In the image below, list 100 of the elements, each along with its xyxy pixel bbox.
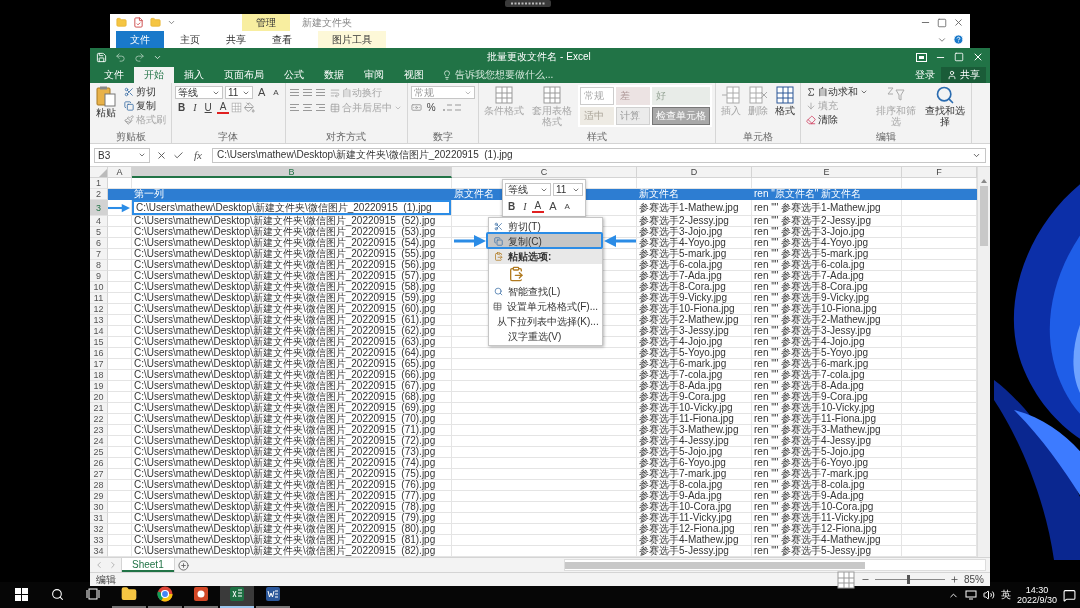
autosum-button[interactable]: 自动求和 [803, 85, 870, 99]
tell-me-search[interactable]: 告诉我您想要做什么... [434, 67, 562, 83]
name-box[interactable]: B3 [94, 147, 150, 163]
row-number[interactable]: 25 [90, 447, 108, 458]
row-number[interactable]: 17 [90, 359, 108, 370]
font-style-button[interactable]: B [175, 101, 189, 114]
font-style-button[interactable]: I [190, 101, 200, 114]
ribbon-tab[interactable]: 公式 [274, 67, 314, 83]
ribbon-tab[interactable]: 插入 [174, 67, 214, 83]
scroll-thumb[interactable] [980, 186, 988, 246]
insert-function-button[interactable]: fx [190, 149, 206, 161]
ribbon-tab[interactable]: 文件 [94, 67, 134, 83]
file-tab[interactable]: 文件 [116, 31, 164, 48]
font-style-button[interactable]: A [531, 200, 545, 213]
row-number[interactable]: 19 [90, 381, 108, 392]
save-icon[interactable] [96, 51, 107, 63]
row-number[interactable]: 5 [90, 227, 108, 238]
undo-icon[interactable] [115, 51, 126, 63]
ribbon-tab[interactable]: 共享 [216, 32, 256, 47]
font-style-button[interactable]: A [546, 200, 560, 213]
font-style-button[interactable]: U [201, 101, 215, 114]
row-number[interactable]: 1 [90, 178, 108, 189]
close-icon[interactable] [953, 17, 964, 28]
drag-handle-icon[interactable] [505, 0, 551, 7]
row-number[interactable]: 4 [90, 216, 108, 227]
row-number[interactable]: 13 [90, 315, 108, 326]
font-size-button[interactable]: A [270, 86, 282, 99]
row-number[interactable]: 8 [90, 260, 108, 271]
sheet-tab[interactable]: Sheet1 [122, 558, 174, 572]
row-number[interactable]: 3 [90, 200, 108, 216]
cells-button[interactable]: 格式 [772, 85, 797, 116]
ribbon-tab[interactable]: 数据 [314, 67, 354, 83]
paste-button[interactable]: 粘贴 [93, 85, 119, 118]
ribbon-tab[interactable]: 页面布局 [214, 67, 274, 83]
row-number[interactable]: 21 [90, 403, 108, 414]
row-number[interactable]: 7 [90, 249, 108, 260]
notification-icon[interactable] [1063, 588, 1076, 602]
column-header[interactable]: D [637, 167, 752, 178]
font-name-field[interactable]: 等线 [175, 86, 223, 99]
row-number[interactable]: 32 [90, 524, 108, 535]
row-number[interactable]: 11 [90, 293, 108, 304]
close-icon[interactable] [972, 51, 984, 63]
vertical-scrollbar[interactable] [977, 167, 990, 557]
zoom-in-icon[interactable] [950, 575, 959, 584]
row-number[interactable]: 23 [90, 425, 108, 436]
column-header[interactable]: A [108, 167, 132, 178]
font-name-field[interactable]: 等线 [505, 183, 551, 196]
font-style-button[interactable]: A [216, 101, 230, 114]
menu-item[interactable]: 智能查找(L) [489, 284, 602, 299]
percent-button[interactable]: % [423, 101, 439, 114]
check-icon[interactable] [173, 149, 184, 161]
speaker-icon[interactable] [982, 589, 995, 601]
ribbon-tab[interactable]: 开始 [134, 67, 174, 83]
column-header[interactable]: B [132, 167, 452, 178]
align-top-icon[interactable] [288, 88, 300, 97]
row-number[interactable]: 18 [90, 370, 108, 381]
paint-bucket-icon[interactable] [244, 102, 256, 113]
align-middle-icon[interactable] [301, 88, 313, 97]
row-number[interactable]: 6 [90, 238, 108, 249]
font-style-button[interactable]: B [505, 200, 519, 213]
align-right-icon[interactable] [314, 103, 326, 112]
cancel-icon[interactable] [156, 149, 167, 161]
clear-button[interactable]: 清除 [803, 113, 870, 127]
row-number[interactable]: 22 [90, 414, 108, 425]
row-number[interactable]: 16 [90, 348, 108, 359]
row-number[interactable]: 10 [90, 282, 108, 293]
cut-button[interactable]: 剪切 [122, 85, 168, 99]
network-icon[interactable] [964, 590, 977, 600]
redo-icon[interactable] [134, 51, 145, 63]
horizontal-scrollbar[interactable] [564, 559, 986, 571]
menu-item[interactable]: 设置单元格格式(F)... [489, 299, 602, 314]
ribbon-tab[interactable]: 主页 [170, 32, 210, 47]
align-left-icon[interactable] [288, 103, 300, 112]
find-select-button[interactable]: 查找和选择 [921, 85, 968, 127]
row-number[interactable]: 12 [90, 304, 108, 315]
context-tab[interactable]: 图片工具 [318, 31, 386, 48]
input-method-indicator[interactable]: 英 [1000, 588, 1011, 602]
column-header[interactable]: C [452, 167, 637, 178]
align-bottom-icon[interactable] [314, 88, 326, 97]
font-size-field[interactable]: 11 [553, 183, 583, 196]
font-size-button[interactable]: A [255, 86, 269, 99]
maximize-icon[interactable] [937, 17, 947, 28]
help-icon[interactable] [953, 34, 964, 45]
clipboard-icon[interactable] [508, 266, 524, 282]
row-number[interactable]: 27 [90, 469, 108, 480]
ribbon-tab[interactable]: 查看 [262, 32, 302, 47]
menu-item[interactable]: 从下拉列表中选择(K)... [489, 314, 602, 329]
formula-field[interactable]: C:\Users\mathew\Desktop\新建文件夹\微信图片_20220915 (1).jpg [211, 147, 986, 163]
align-center-icon[interactable] [301, 103, 313, 112]
font-style-button[interactable]: I [520, 200, 530, 213]
font-style-button[interactable]: A [561, 200, 573, 213]
ribbon-options-icon[interactable] [916, 52, 927, 62]
font-size-field[interactable]: 11 [225, 86, 253, 99]
row-number[interactable]: 14 [90, 326, 108, 337]
ribbon-tab[interactable]: 审阅 [354, 67, 394, 83]
copy-button[interactable]: 复制 [122, 99, 168, 113]
share-button[interactable]: 共享 [941, 67, 986, 83]
row-number[interactable]: 15 [90, 337, 108, 348]
add-sheet-icon[interactable] [177, 559, 189, 571]
row-number[interactable]: 9 [90, 271, 108, 282]
